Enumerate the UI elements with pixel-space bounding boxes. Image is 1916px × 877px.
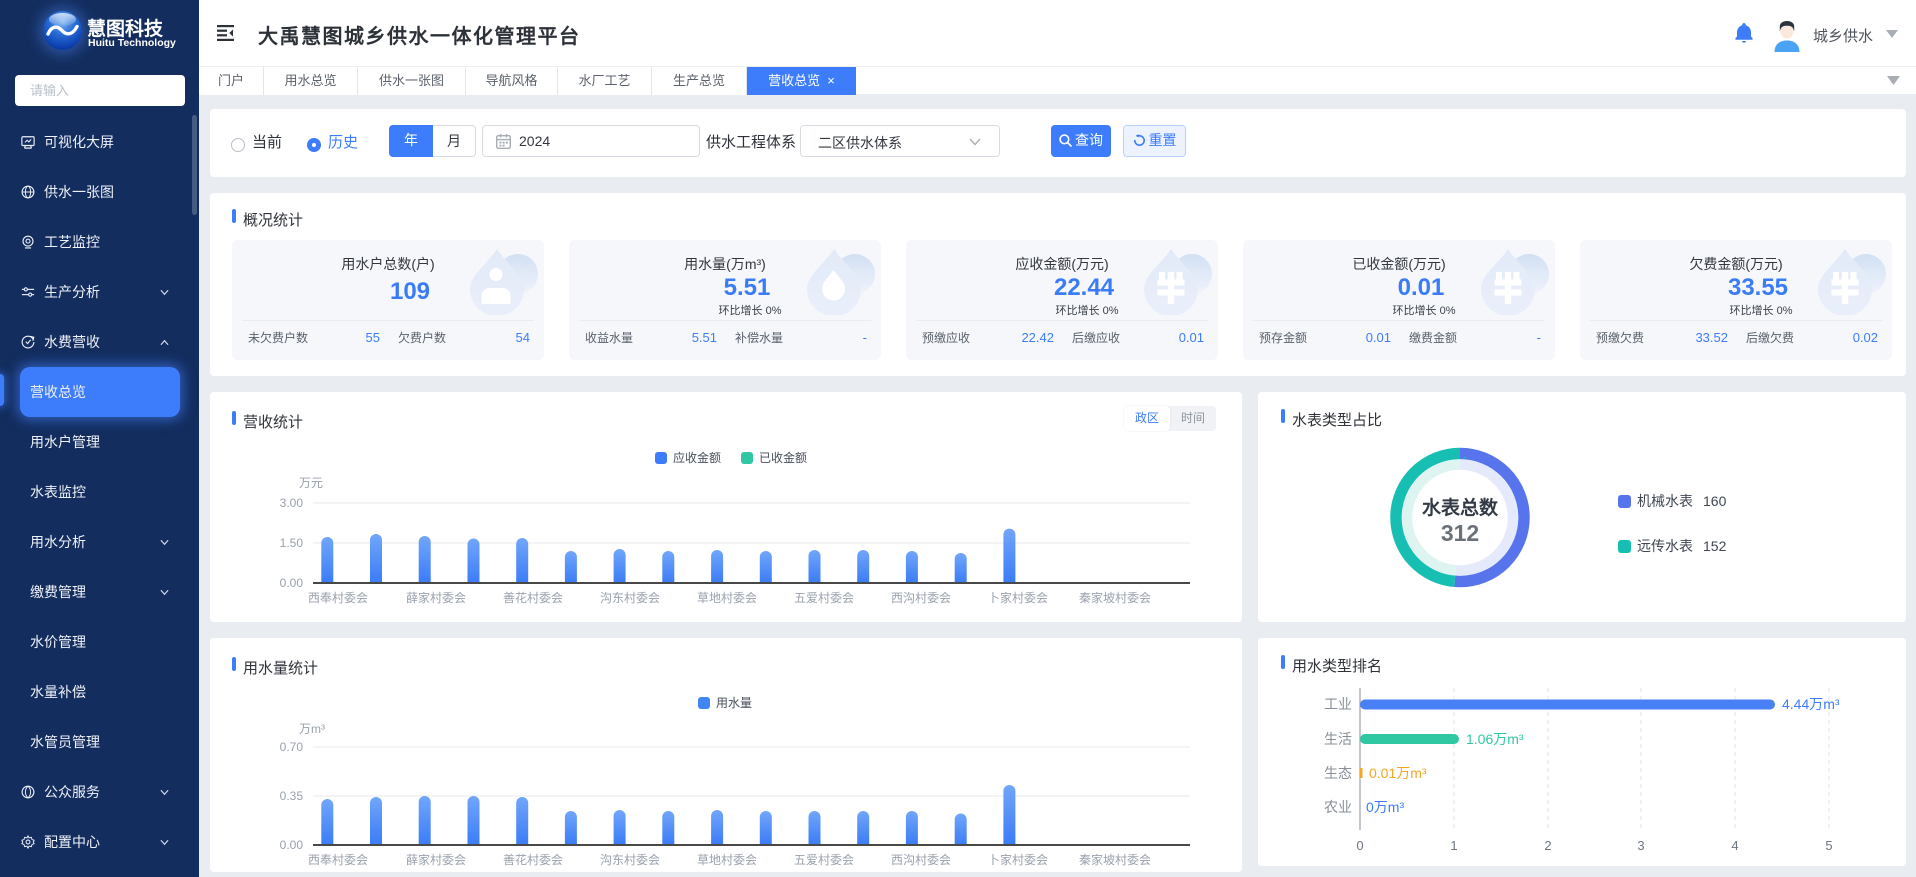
svg-text:沟东村委会: 沟东村委会 bbox=[600, 853, 660, 867]
svg-text:薛家村委会: 薛家村委会 bbox=[406, 590, 466, 605]
svg-text:1.06万m³: 1.06万m³ bbox=[1466, 731, 1524, 747]
svg-text:善花村委会: 善花村委会 bbox=[503, 852, 563, 867]
svg-text:4.44万m³: 4.44万m³ bbox=[1782, 696, 1840, 712]
svg-text:西沟村委会: 西沟村委会 bbox=[891, 853, 951, 867]
svg-text:万元: 万元 bbox=[299, 476, 323, 490]
svg-text:卜家村委会: 卜家村委会 bbox=[988, 852, 1048, 867]
svg-text:工业: 工业 bbox=[1324, 696, 1352, 712]
svg-text:五爱村委会: 五爱村委会 bbox=[794, 853, 854, 867]
svg-text:善花村委会: 善花村委会 bbox=[503, 590, 563, 605]
svg-text:农业: 农业 bbox=[1324, 799, 1352, 815]
svg-text:4: 4 bbox=[1731, 838, 1738, 853]
svg-text:0万m³: 0万m³ bbox=[1366, 799, 1404, 815]
svg-text:薛家村委会: 薛家村委会 bbox=[406, 852, 466, 867]
svg-text:1.50: 1.50 bbox=[280, 536, 304, 550]
svg-text:沟东村委会: 沟东村委会 bbox=[600, 591, 660, 605]
svg-text:卜家村委会: 卜家村委会 bbox=[988, 590, 1048, 605]
svg-text:0.35: 0.35 bbox=[280, 789, 304, 803]
svg-text:312: 312 bbox=[1441, 520, 1479, 546]
svg-text:西奉村委会: 西奉村委会 bbox=[308, 591, 368, 605]
svg-text:草地村委会: 草地村委会 bbox=[697, 853, 757, 867]
svg-text:秦家坡村委会: 秦家坡村委会 bbox=[1079, 590, 1151, 605]
svg-text:五爱村委会: 五爱村委会 bbox=[794, 591, 854, 605]
svg-text:万m³: 万m³ bbox=[299, 722, 325, 736]
svg-text:0.00: 0.00 bbox=[280, 576, 304, 590]
svg-text:西奉村委会: 西奉村委会 bbox=[308, 853, 368, 867]
svg-text:5: 5 bbox=[1825, 838, 1832, 853]
svg-text:生态: 生态 bbox=[1324, 765, 1352, 781]
svg-text:0.01万m³: 0.01万m³ bbox=[1369, 765, 1427, 781]
svg-text:秦家坡村委会: 秦家坡村委会 bbox=[1079, 852, 1151, 867]
svg-text:生活: 生活 bbox=[1324, 731, 1352, 747]
svg-text:3.00: 3.00 bbox=[280, 496, 304, 510]
svg-text:0.00: 0.00 bbox=[280, 838, 304, 852]
svg-text:0.70: 0.70 bbox=[280, 740, 304, 754]
svg-text:草地村委会: 草地村委会 bbox=[697, 591, 757, 605]
svg-text:水表总数: 水表总数 bbox=[1422, 496, 1499, 519]
svg-text:3: 3 bbox=[1637, 838, 1644, 853]
svg-text:1: 1 bbox=[1450, 838, 1457, 853]
svg-text:2: 2 bbox=[1544, 838, 1551, 853]
svg-text:0: 0 bbox=[1356, 838, 1363, 853]
svg-text:西沟村委会: 西沟村委会 bbox=[891, 591, 951, 605]
